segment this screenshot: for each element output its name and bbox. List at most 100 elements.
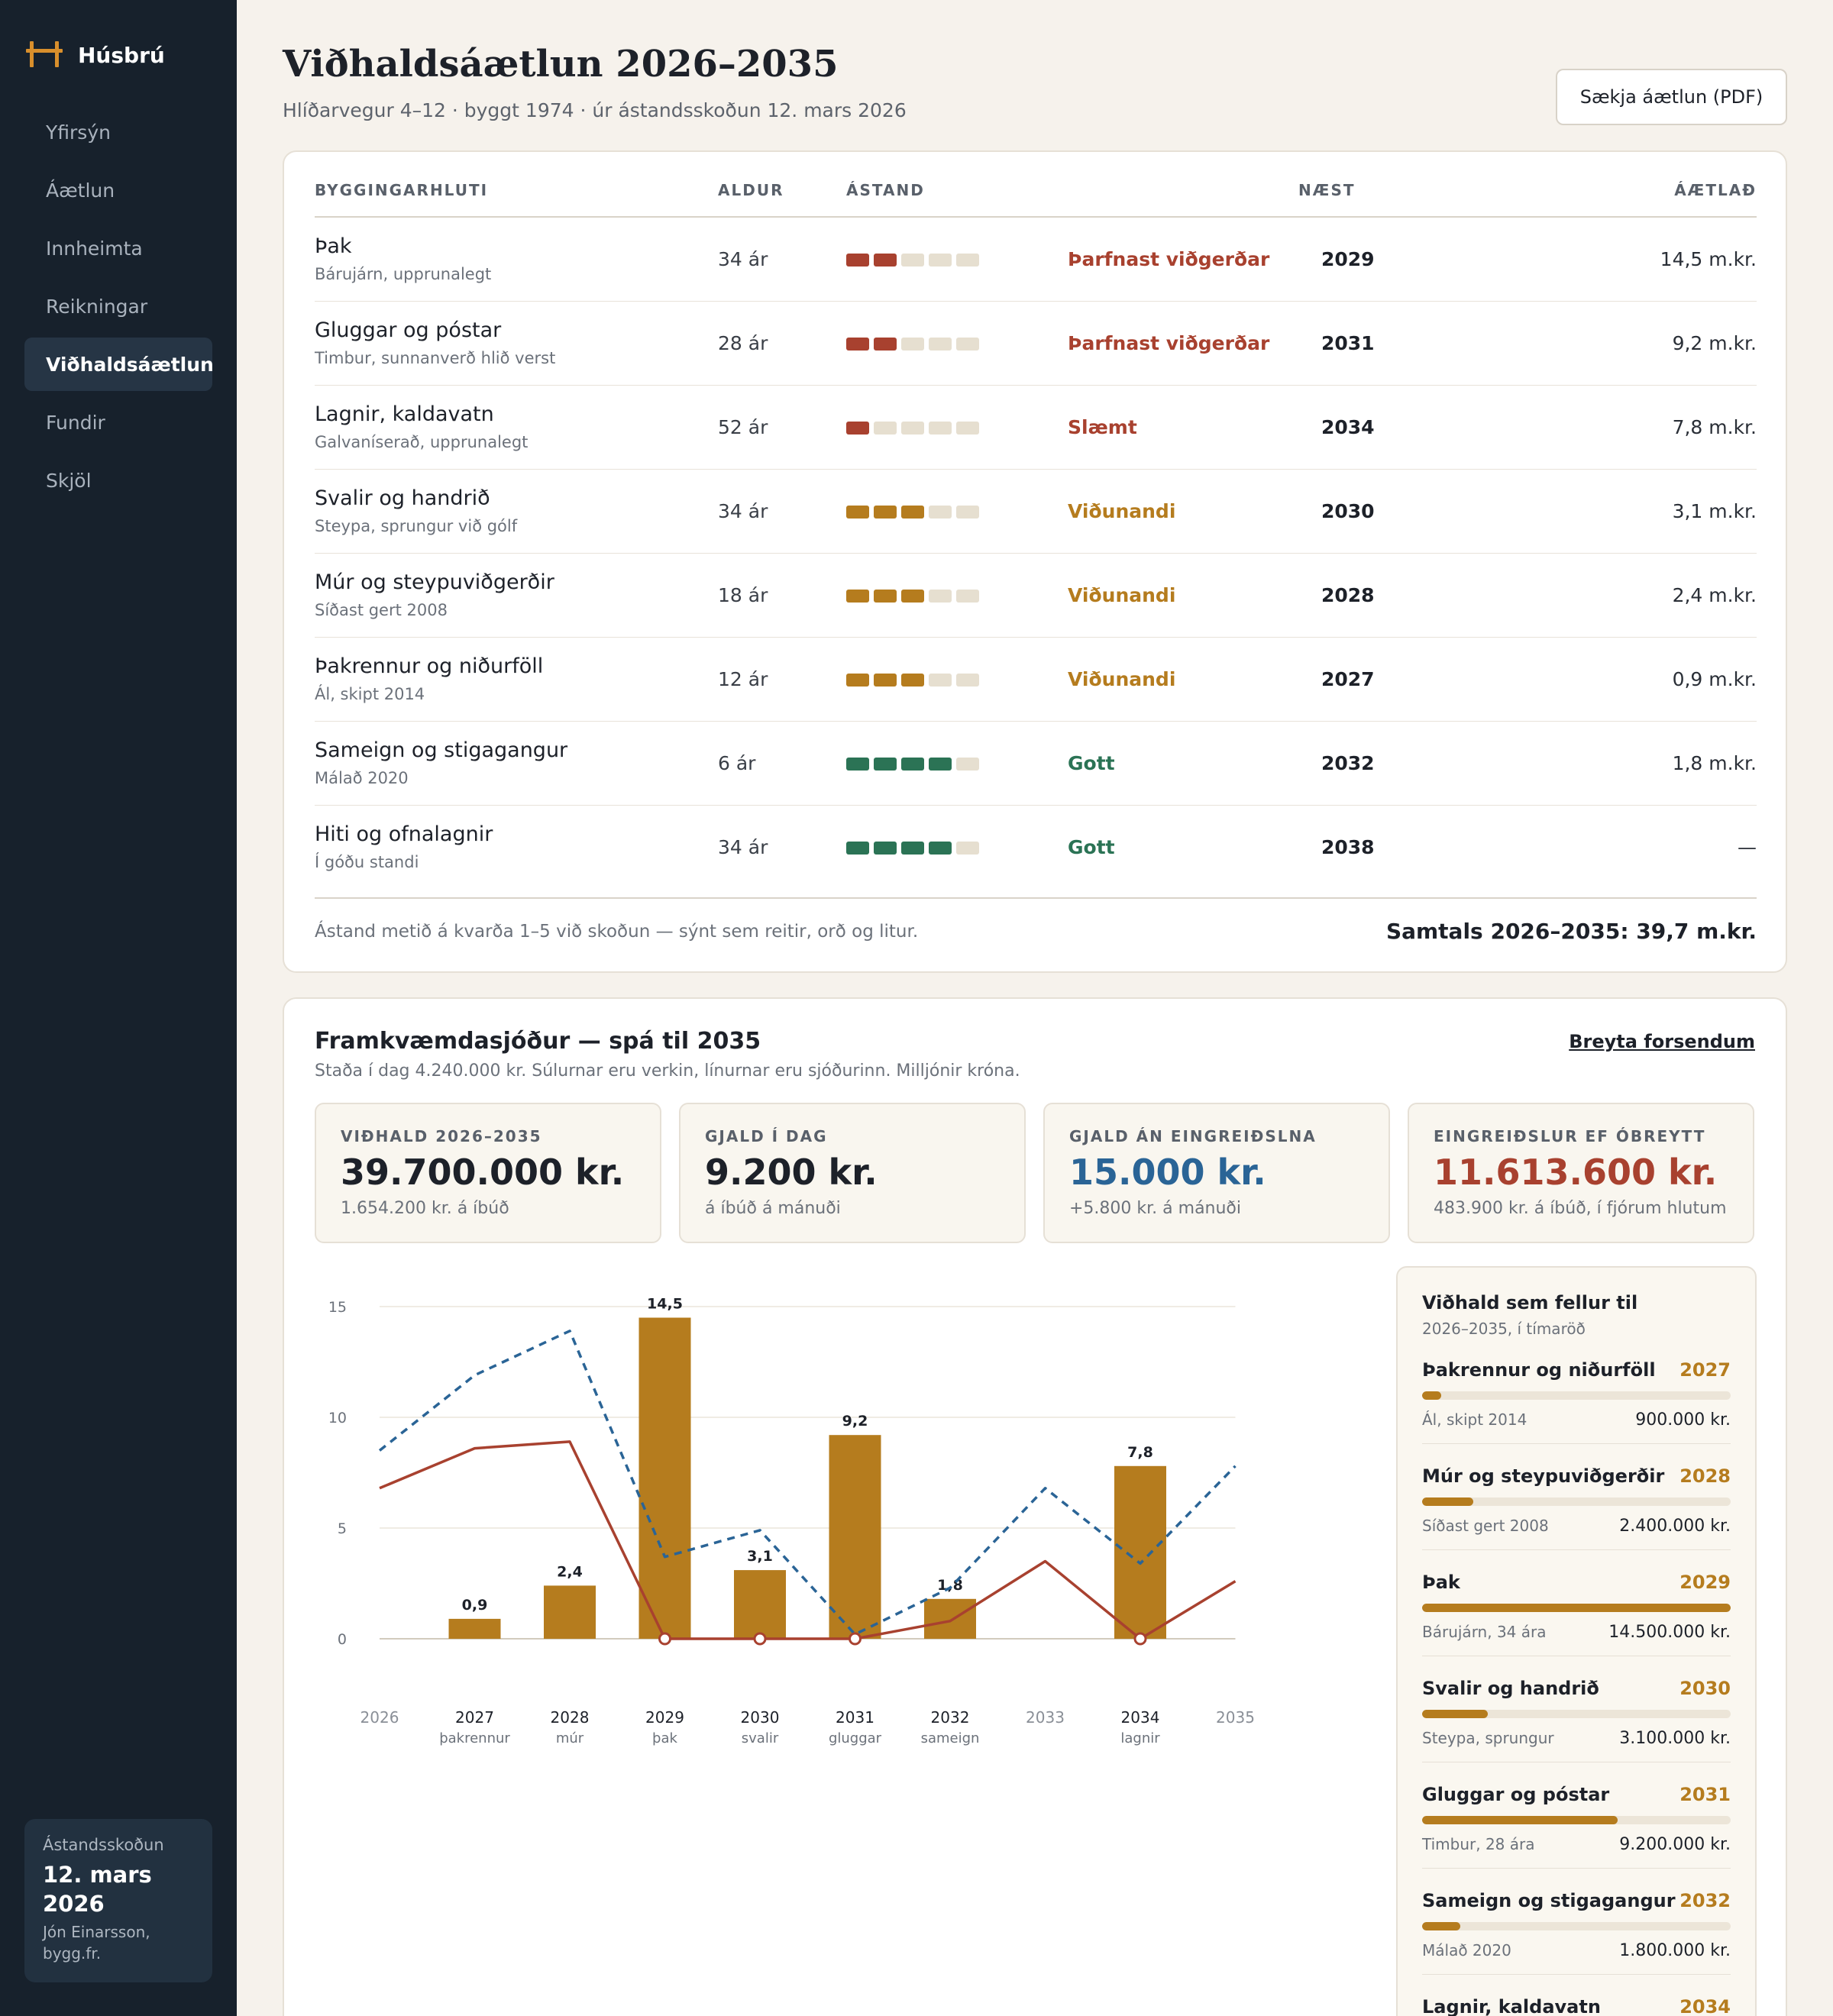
- upcoming-item-description: Síðast gert 2008: [1422, 1517, 1549, 1535]
- upcoming-item-bar: [1422, 1391, 1731, 1400]
- next-year: 2027: [1321, 668, 1375, 690]
- fund-line-without-lump-sums: [378, 1329, 1237, 1636]
- stat-note: á íbúð á mánuði: [705, 1199, 841, 1218]
- stat-label: GJALD Í DAG: [705, 1127, 828, 1145]
- bar: [829, 1435, 881, 1639]
- stat-value: 15.000 kr.: [1069, 1152, 1266, 1193]
- condition-block: [956, 674, 979, 687]
- bridge-icon: [26, 41, 63, 67]
- part-name: Hiti og ofnalagnir: [315, 822, 493, 846]
- part-name: Þak: [315, 234, 352, 258]
- stat-label: GJALD ÁN EINGREIÐSLNA: [1069, 1127, 1317, 1145]
- x-tick-sublabel: sameign: [921, 1730, 980, 1746]
- upcoming-item-name: Sameign og stigagangur: [1422, 1890, 1676, 1911]
- part-name: Sameign og stigagangur: [315, 738, 568, 762]
- next-year: 2031: [1321, 332, 1375, 354]
- part-age: 34 ár: [718, 836, 768, 858]
- condition-block: [901, 842, 924, 855]
- condition-block: [874, 422, 897, 435]
- table-row[interactable]: Þak Bárujárn, upprunalegt 34 ár Þarfnast vi…: [315, 218, 1757, 302]
- stat-card-maintenance: VIÐHALD 2026–2035 39.700.000 kr. 1.654.2…: [315, 1103, 661, 1243]
- upcoming-item: Sameign og stigagangur 2032 Málað 2020 1.80…: [1422, 1890, 1731, 1975]
- condition-block: [846, 506, 869, 519]
- upcoming-item-amount: 2.400.000 kr.: [1619, 1517, 1731, 1536]
- brand[interactable]: Húsbrú: [26, 40, 165, 70]
- part-description: Bárujárn, upprunalegt: [315, 265, 492, 283]
- upcoming-item-bar-fill: [1422, 1922, 1461, 1930]
- condition-block: [846, 758, 869, 771]
- condition-meter: [846, 842, 979, 855]
- condition-block: [956, 590, 979, 603]
- upcoming-item-name: Þak: [1422, 1572, 1460, 1593]
- condition-block: [901, 590, 924, 603]
- upcoming-item-bar: [1422, 1710, 1731, 1718]
- upcoming-item-bar-fill: [1422, 1604, 1731, 1612]
- x-tick-label: 2033: [1026, 1708, 1065, 1727]
- stat-card-fee-without-lump-sums: GJALD ÁN EINGREIÐSLNA 15.000 kr. +5.800 …: [1043, 1103, 1390, 1243]
- table-row[interactable]: Þakrennur og niðurföll Ál, skipt 2014 12 á…: [315, 638, 1757, 722]
- table-row[interactable]: Sameign og stigagangur Málað 2020 6 ár Gott…: [315, 722, 1757, 806]
- part-name: Lagnir, kaldavatn: [315, 402, 494, 426]
- part-age: 34 ár: [718, 248, 768, 270]
- upcoming-item-description: Timbur, 28 ára: [1422, 1835, 1535, 1853]
- sidebar-item-yfirsyn[interactable]: Yfirsýn: [24, 105, 212, 159]
- upcoming-item-bar-fill: [1422, 1710, 1489, 1718]
- download-pdf-button[interactable]: Sækja áætlun (PDF): [1556, 69, 1787, 125]
- condition-block: [901, 674, 924, 687]
- upcoming-item-name: Þakrennur og niðurföll: [1422, 1359, 1656, 1381]
- part-age: 34 ár: [718, 500, 768, 522]
- x-tick-sublabel: svalir: [742, 1730, 779, 1746]
- edit-assumptions-link[interactable]: Breyta forsendum: [1569, 1031, 1755, 1052]
- page-subtitle: Hlíðarvegur 4–12 · byggt 1974 · úr ástan…: [283, 99, 907, 121]
- condition-block: [846, 254, 869, 267]
- zero-balance-marker: [753, 1632, 767, 1646]
- condition-label: Gott: [1068, 836, 1115, 858]
- upcoming-item-bar: [1422, 1922, 1731, 1930]
- stat-label: EINGREIÐSLUR EF ÓBREYTT: [1434, 1127, 1706, 1145]
- condition-block: [874, 590, 897, 603]
- condition-block: [846, 422, 869, 435]
- next-year: 2034: [1321, 416, 1375, 438]
- sidebar-item-vidhaldsaaetlun[interactable]: Viðhaldsáætlun: [24, 338, 214, 391]
- table-row[interactable]: Múr og steypuviðgerðir Síðast gert 2008 18…: [315, 554, 1757, 638]
- sidebar-item-fundir[interactable]: Fundir: [24, 396, 212, 449]
- part-name: Gluggar og póstar: [315, 318, 502, 342]
- x-tick-label: 2031: [836, 1708, 874, 1727]
- part-description: Ál, skipt 2014: [315, 685, 425, 703]
- sidebar-item-aaetlun[interactable]: Áætlun: [24, 163, 212, 217]
- upcoming-item-description: Bárujárn, 34 ára: [1422, 1623, 1547, 1641]
- condition-label: Slæmt: [1068, 416, 1137, 438]
- zero-balance-marker: [658, 1632, 671, 1646]
- bar-value-label: 14,5: [647, 1296, 683, 1313]
- condition-label: Viðunandi: [1068, 584, 1176, 606]
- part-name: Múr og steypuviðgerðir: [315, 570, 554, 594]
- estimated-cost: 1,8 m.kr.: [1672, 752, 1757, 774]
- zero-balance-marker: [849, 1632, 862, 1646]
- sidebar-item-skjol[interactable]: Skjöl: [24, 454, 212, 507]
- upcoming-maintenance-panel: Viðhald sem fellur til 2026–2035, í tíma…: [1396, 1266, 1757, 2016]
- condition-block: [956, 842, 979, 855]
- table-row[interactable]: Hiti og ofnalagnir Í góðu standi 34 ár Gott…: [315, 806, 1757, 890]
- stat-value: 39.700.000 kr.: [341, 1152, 625, 1193]
- part-description: Málað 2020: [315, 769, 409, 787]
- condition-block: [874, 338, 897, 351]
- bar: [638, 1317, 691, 1639]
- table-row[interactable]: Svalir og handrið Steypa, sprungur við gó…: [315, 470, 1757, 554]
- table-row[interactable]: Lagnir, kaldavatn Galvaníserað, upprunale…: [315, 386, 1757, 470]
- sidebar: Húsbrú Yfirsýn Áætlun Innheimta Reikning…: [0, 0, 237, 2016]
- upcoming-item-description: Steypa, sprungur: [1422, 1729, 1554, 1747]
- condition-label: Þarfnast viðgerðar: [1068, 248, 1270, 270]
- sidebar-item-reikningar[interactable]: Reikningar: [24, 279, 212, 333]
- upcoming-item-bar-fill: [1422, 1816, 1618, 1824]
- condition-block: [956, 422, 979, 435]
- condition-block: [901, 338, 924, 351]
- part-description: Galvaníserað, upprunalegt: [315, 433, 529, 451]
- upcoming-item-name: Gluggar og póstar: [1422, 1784, 1610, 1805]
- column-header-age: ALDUR: [718, 181, 784, 199]
- fund-line-unchanged: [379, 1440, 1237, 1640]
- part-age: 52 ár: [718, 416, 768, 438]
- table-row[interactable]: Gluggar og póstar Timbur, sunnanverð hlið…: [315, 302, 1757, 386]
- sidebar-item-innheimta[interactable]: Innheimta: [24, 221, 212, 275]
- part-age: 6 ár: [718, 752, 756, 774]
- condition-meter: [846, 254, 979, 267]
